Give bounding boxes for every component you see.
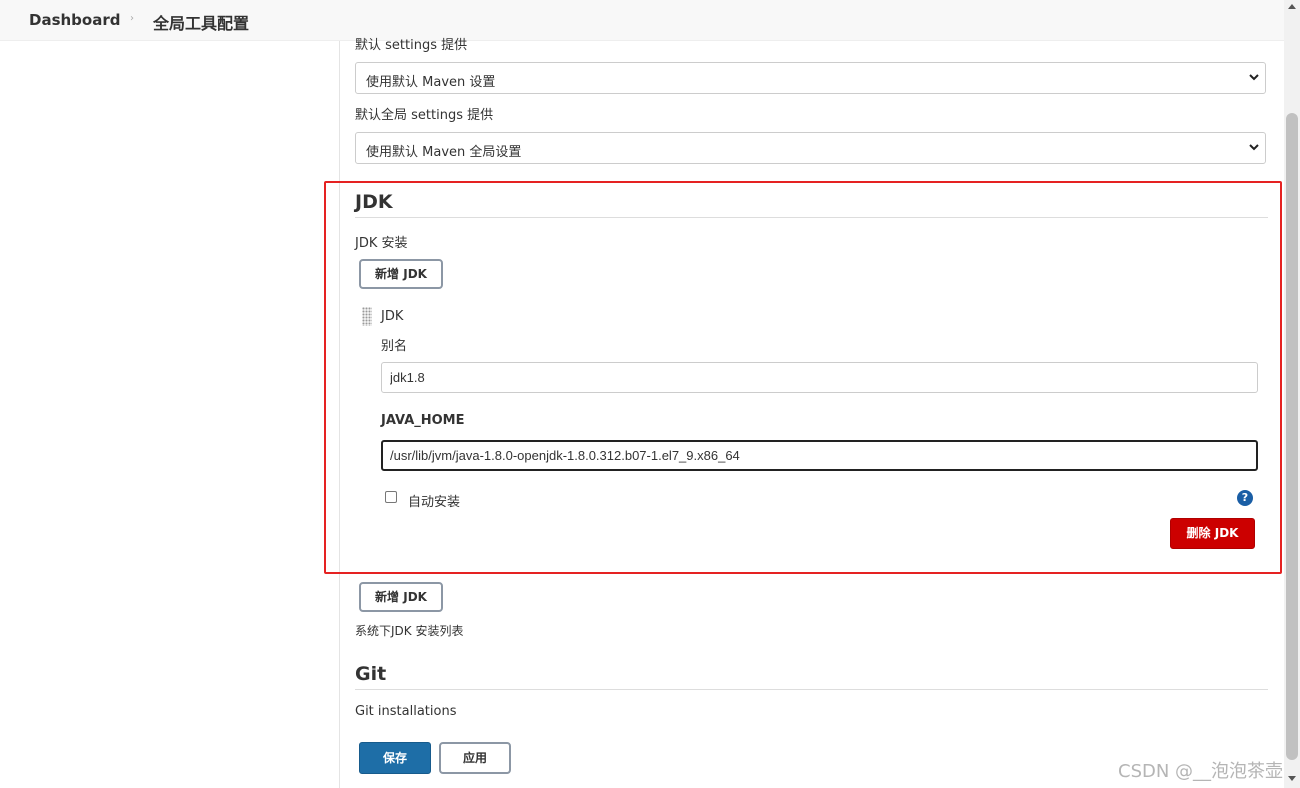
highlight-box [324, 181, 1282, 574]
chevron-down-icon [1249, 144, 1259, 151]
jdk-list-hint: 系统下JDK 安装列表 [355, 624, 464, 638]
apply-button[interactable]: 应用 [439, 742, 511, 774]
watermark: CSDN @__泡泡茶壶 [1118, 761, 1284, 782]
maven-settings-select[interactable]: 使用默认 Maven 设置 [355, 62, 1266, 94]
breadcrumb-chevron-icon[interactable]: › [130, 13, 134, 24]
maven-settings-label: 默认 settings 提供 [355, 38, 468, 53]
breadcrumb-dashboard-link[interactable]: Dashboard [29, 11, 120, 29]
chevron-down-icon [1249, 74, 1259, 81]
scroll-up-arrow-icon[interactable] [1288, 4, 1296, 9]
scrollbar-thumb[interactable] [1286, 113, 1298, 760]
add-jdk-button-bottom[interactable]: 新增 JDK [359, 582, 443, 612]
side-panel [0, 41, 339, 788]
maven-global-settings-label: 默认全局 settings 提供 [355, 108, 494, 123]
save-button[interactable]: 保存 [359, 742, 431, 774]
scroll-down-arrow-icon[interactable] [1288, 776, 1296, 781]
maven-settings-value: 使用默认 Maven 设置 [366, 75, 496, 90]
git-installations-label: Git installations [355, 704, 457, 719]
breadcrumb-current-page[interactable]: 全局工具配置 [153, 10, 249, 34]
git-section-title: Git [355, 663, 1268, 690]
maven-global-settings-value: 使用默认 Maven 全局设置 [366, 145, 522, 160]
breadcrumb: Dashboard › 全局工具配置 [0, 0, 1284, 41]
maven-global-settings-select[interactable]: 使用默认 Maven 全局设置 [355, 132, 1266, 164]
